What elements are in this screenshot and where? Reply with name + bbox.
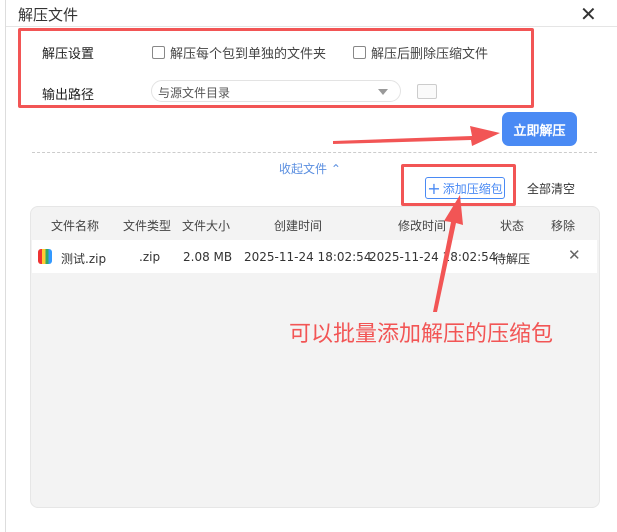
arrow-to-add (433, 195, 463, 312)
annotation-arrows (333, 126, 500, 312)
annotation-text: 可以批量添加解压的压缩包 (289, 322, 554, 347)
arrow-to-extract (333, 126, 500, 146)
